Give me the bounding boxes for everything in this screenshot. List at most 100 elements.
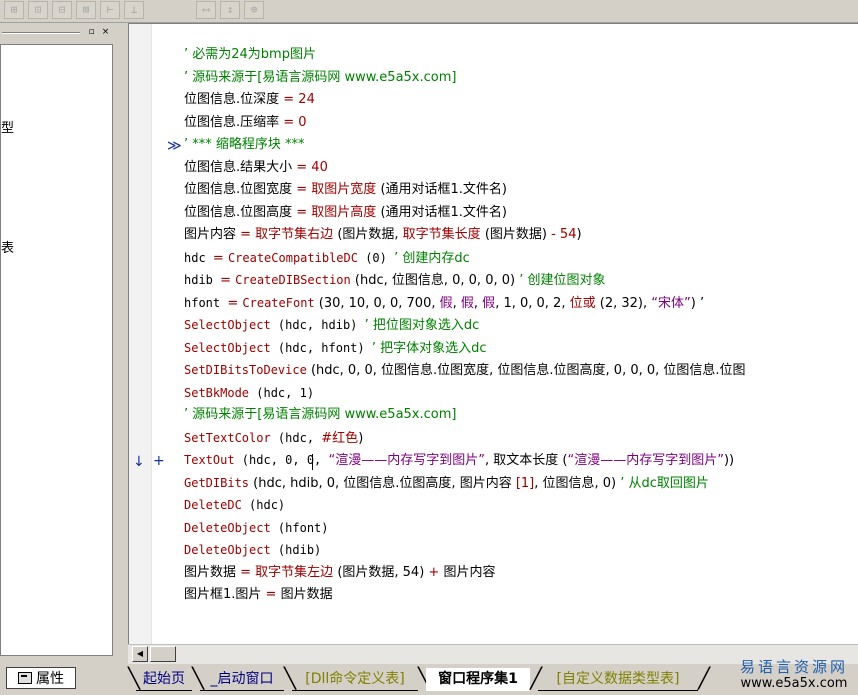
code-line[interactable]: SetTextColor (hdc, #红色) bbox=[184, 427, 363, 449]
code-line[interactable]: SelectObject (hdc, hdib) ’ 把位图对象选入dc bbox=[184, 314, 479, 336]
code-line[interactable]: SelectObject (hdc, hfont) ’ 把字体对象选入dc bbox=[184, 337, 487, 359]
tab-startup-window[interactable]: _启动窗口 bbox=[200, 668, 284, 691]
code-token: , 1, 0, 0, 2, bbox=[495, 295, 570, 311]
code-token: hdib bbox=[184, 273, 221, 287]
code-token: (hdc, hfont) bbox=[270, 340, 372, 355]
project-tree[interactable]: 型 表 bbox=[0, 44, 113, 656]
code-token: (hdc, bbox=[270, 430, 322, 445]
tree-item-fragment[interactable]: 表 bbox=[1, 237, 14, 256]
code-line[interactable]: 位图信息.位图宽度 = 取图片宽度 (通用对话框1.文件名) bbox=[184, 179, 507, 201]
code-line[interactable]: 位图信息.位图高度 = 取图片高度 (通用对话框1.文件名) bbox=[184, 202, 507, 224]
code-line[interactable]: SetDIBitsToDevice (hdc, 0, 0, 位图信息.位图宽度,… bbox=[184, 359, 746, 381]
code-line[interactable]: 图片框1.图片 = 图片数据 bbox=[184, 584, 333, 606]
code-token: [1] bbox=[515, 475, 535, 491]
code-token: (2, 32), bbox=[595, 295, 652, 311]
code-token: ) bbox=[576, 227, 582, 242]
code-line[interactable]: DeleteObject (hfont) bbox=[184, 517, 329, 539]
code-token: (通用对话框1.文件名) bbox=[376, 182, 507, 197]
code-editor[interactable]: ’ 必需为24为bmp图片 ’ 源码来源于[易语言源码网 www.e5a5x.co… bbox=[128, 23, 858, 644]
code-line[interactable]: ’ 源码来源于[易语言源码网 www.e5a5x.com] bbox=[184, 404, 456, 426]
restore-icon[interactable]: ▫ bbox=[86, 27, 97, 38]
code-token: (hdc, hdib, 0, 位图信息.位图高度, 图片内容 bbox=[249, 475, 516, 491]
code-token: SetTextColor bbox=[184, 430, 271, 445]
code-token: ’ 源码来源于[易语言源码网 www.e5a5x.com] bbox=[184, 407, 457, 422]
scroll-left-icon[interactable]: ◀ bbox=[132, 646, 148, 662]
code-token: = bbox=[240, 564, 256, 580]
code-line[interactable]: TextOut (hdc, 0, 0, “渲漫——内存写字到图片”, 取文本长度… bbox=[184, 449, 734, 471]
code-line[interactable]: hdib = CreateDIBSection (hdc, 位图信息, 0, 0… bbox=[184, 269, 605, 291]
code-token: (图片数据) bbox=[480, 227, 552, 242]
code-token: SetBkMode bbox=[184, 385, 250, 400]
code-token: (hdc, 位图信息, 0, 0, 0, 0) bbox=[350, 273, 520, 288]
code-line[interactable]: hdc = CreateCompatibleDC (0) ’ 创建内存dc bbox=[184, 247, 470, 269]
code-token: CreateFont bbox=[242, 295, 315, 310]
code-token: CreateCompatibleDC bbox=[227, 250, 358, 265]
close-icon[interactable]: × bbox=[100, 27, 111, 38]
code-token: GetDIBits bbox=[184, 475, 250, 490]
tab-dll-commands[interactable]: [Dll命令定义表] bbox=[292, 668, 418, 691]
code-line[interactable]: 位图信息.位深度 = 24 bbox=[184, 89, 315, 111]
code-token: = bbox=[227, 295, 243, 311]
code-token: DeleteObject bbox=[184, 543, 271, 557]
code-token: #红色 bbox=[321, 430, 359, 446]
tab-separator: ╱ bbox=[698, 666, 711, 690]
code-token: (hdc, 0, 0, 位图信息.位图宽度, 位图信息.位图高度, 0, 0, … bbox=[306, 363, 746, 378]
code-line[interactable]: DeleteDC (hdc) bbox=[184, 494, 285, 516]
tab-start-page[interactable]: 起始页 bbox=[136, 668, 192, 691]
code-token: 取字节集左边 bbox=[255, 564, 334, 580]
tab-custom-data-types[interactable]: [自定义数据类型表] bbox=[538, 668, 698, 691]
same-width-icon[interactable]: ⊢ bbox=[100, 1, 120, 19]
align-bottom-icon[interactable]: ⊠ bbox=[76, 1, 96, 19]
tree-item-fragment[interactable]: 型 bbox=[1, 117, 14, 136]
code-line[interactable]: ’ 源码来源于[易语言源码网 www.e5a5x.com] bbox=[184, 67, 456, 89]
code-token: , bbox=[473, 295, 483, 311]
code-token: 位图信息.位图高度 bbox=[184, 204, 297, 220]
code-line[interactable]: SetBkMode (hdc, 1) bbox=[184, 382, 314, 404]
code-line[interactable]: DeleteObject (hdib) bbox=[184, 539, 321, 561]
code-token: = bbox=[296, 204, 312, 220]
same-height-icon[interactable]: ⊥ bbox=[124, 1, 144, 19]
code-token: ’ 创建位图对象 bbox=[519, 273, 606, 288]
code-token: - 54 bbox=[551, 227, 577, 242]
code-line[interactable]: ’ *** 缩略程序块 *** bbox=[184, 134, 305, 156]
align-middle-icon[interactable]: ⊟ bbox=[52, 1, 72, 19]
align-center-icon[interactable]: ⊞ bbox=[4, 1, 24, 19]
code-token: SelectObject bbox=[184, 318, 271, 332]
v-spacing-icon[interactable]: ↕ bbox=[220, 1, 240, 19]
bottom-tab-bar: 属性 ╲ 起始页 ╲ _启动窗口 ╲ [Dll命令定义表] ╲ 窗口程序集1 ╱… bbox=[0, 658, 858, 695]
collapsed-block-icon[interactable]: ≫ bbox=[167, 135, 182, 157]
code-token: (图片数据, bbox=[333, 227, 403, 242]
code-token: (hdc) bbox=[241, 498, 286, 512]
code-token: hfont bbox=[184, 295, 228, 310]
align-top-icon[interactable]: ⊡ bbox=[28, 1, 48, 19]
code-line[interactable]: 位图信息.结果大小 = 40 bbox=[184, 157, 328, 179]
panel-titlebar: ▫ × bbox=[0, 25, 116, 41]
code-line[interactable]: ’ 必需为24为bmp图片 bbox=[184, 44, 316, 66]
center-form-icon[interactable]: ⊕ bbox=[244, 1, 264, 19]
code-token: , 取文本长度 ( bbox=[484, 453, 568, 468]
spacing-button-group: ⟷ ↕ ⊕ bbox=[196, 1, 268, 20]
code-token: DeleteDC bbox=[184, 498, 242, 512]
code-line[interactable]: GetDIBits (hdc, hdib, 0, 位图信息.位图高度, 图片内容… bbox=[184, 472, 709, 494]
text-caret bbox=[312, 454, 313, 470]
code-token: = bbox=[212, 250, 228, 266]
tab-window-assembly[interactable]: 窗口程序集1 bbox=[426, 668, 530, 691]
code-line[interactable]: hfont = CreateFont (30, 10, 0, 0, 700, 假… bbox=[184, 292, 704, 314]
code-token: 图片数据 bbox=[184, 564, 241, 580]
properties-tab[interactable]: 属性 bbox=[6, 667, 76, 689]
panel-grip[interactable] bbox=[2, 32, 80, 34]
code-token: ’ 必需为24为bmp图片 bbox=[184, 47, 316, 62]
plus-icon[interactable]: + bbox=[153, 450, 165, 472]
code-token: ’ 从dc取回图片 bbox=[620, 475, 709, 491]
code-token: 取图片高度 bbox=[311, 204, 377, 220]
code-token: (图片数据, 54) bbox=[333, 564, 429, 580]
code-token: 假 bbox=[482, 295, 496, 311]
code-line[interactable]: 位图信息.压缩率 = 0 bbox=[184, 112, 307, 134]
code-token: CreateDIBSection bbox=[235, 273, 351, 287]
code-line[interactable]: 图片内容 = 取字节集右边 (图片数据, 取字节集长度 (图片数据) - 54) bbox=[184, 224, 582, 246]
scroll-thumb[interactable] bbox=[150, 646, 176, 662]
code-line[interactable]: 图片数据 = 取字节集左边 (图片数据, 54) + 图片内容 bbox=[184, 562, 495, 584]
h-spacing-icon[interactable]: ⟷ bbox=[196, 1, 216, 19]
code-token: 24 bbox=[298, 92, 315, 107]
code-token: 位图信息.位深度 bbox=[184, 92, 284, 107]
